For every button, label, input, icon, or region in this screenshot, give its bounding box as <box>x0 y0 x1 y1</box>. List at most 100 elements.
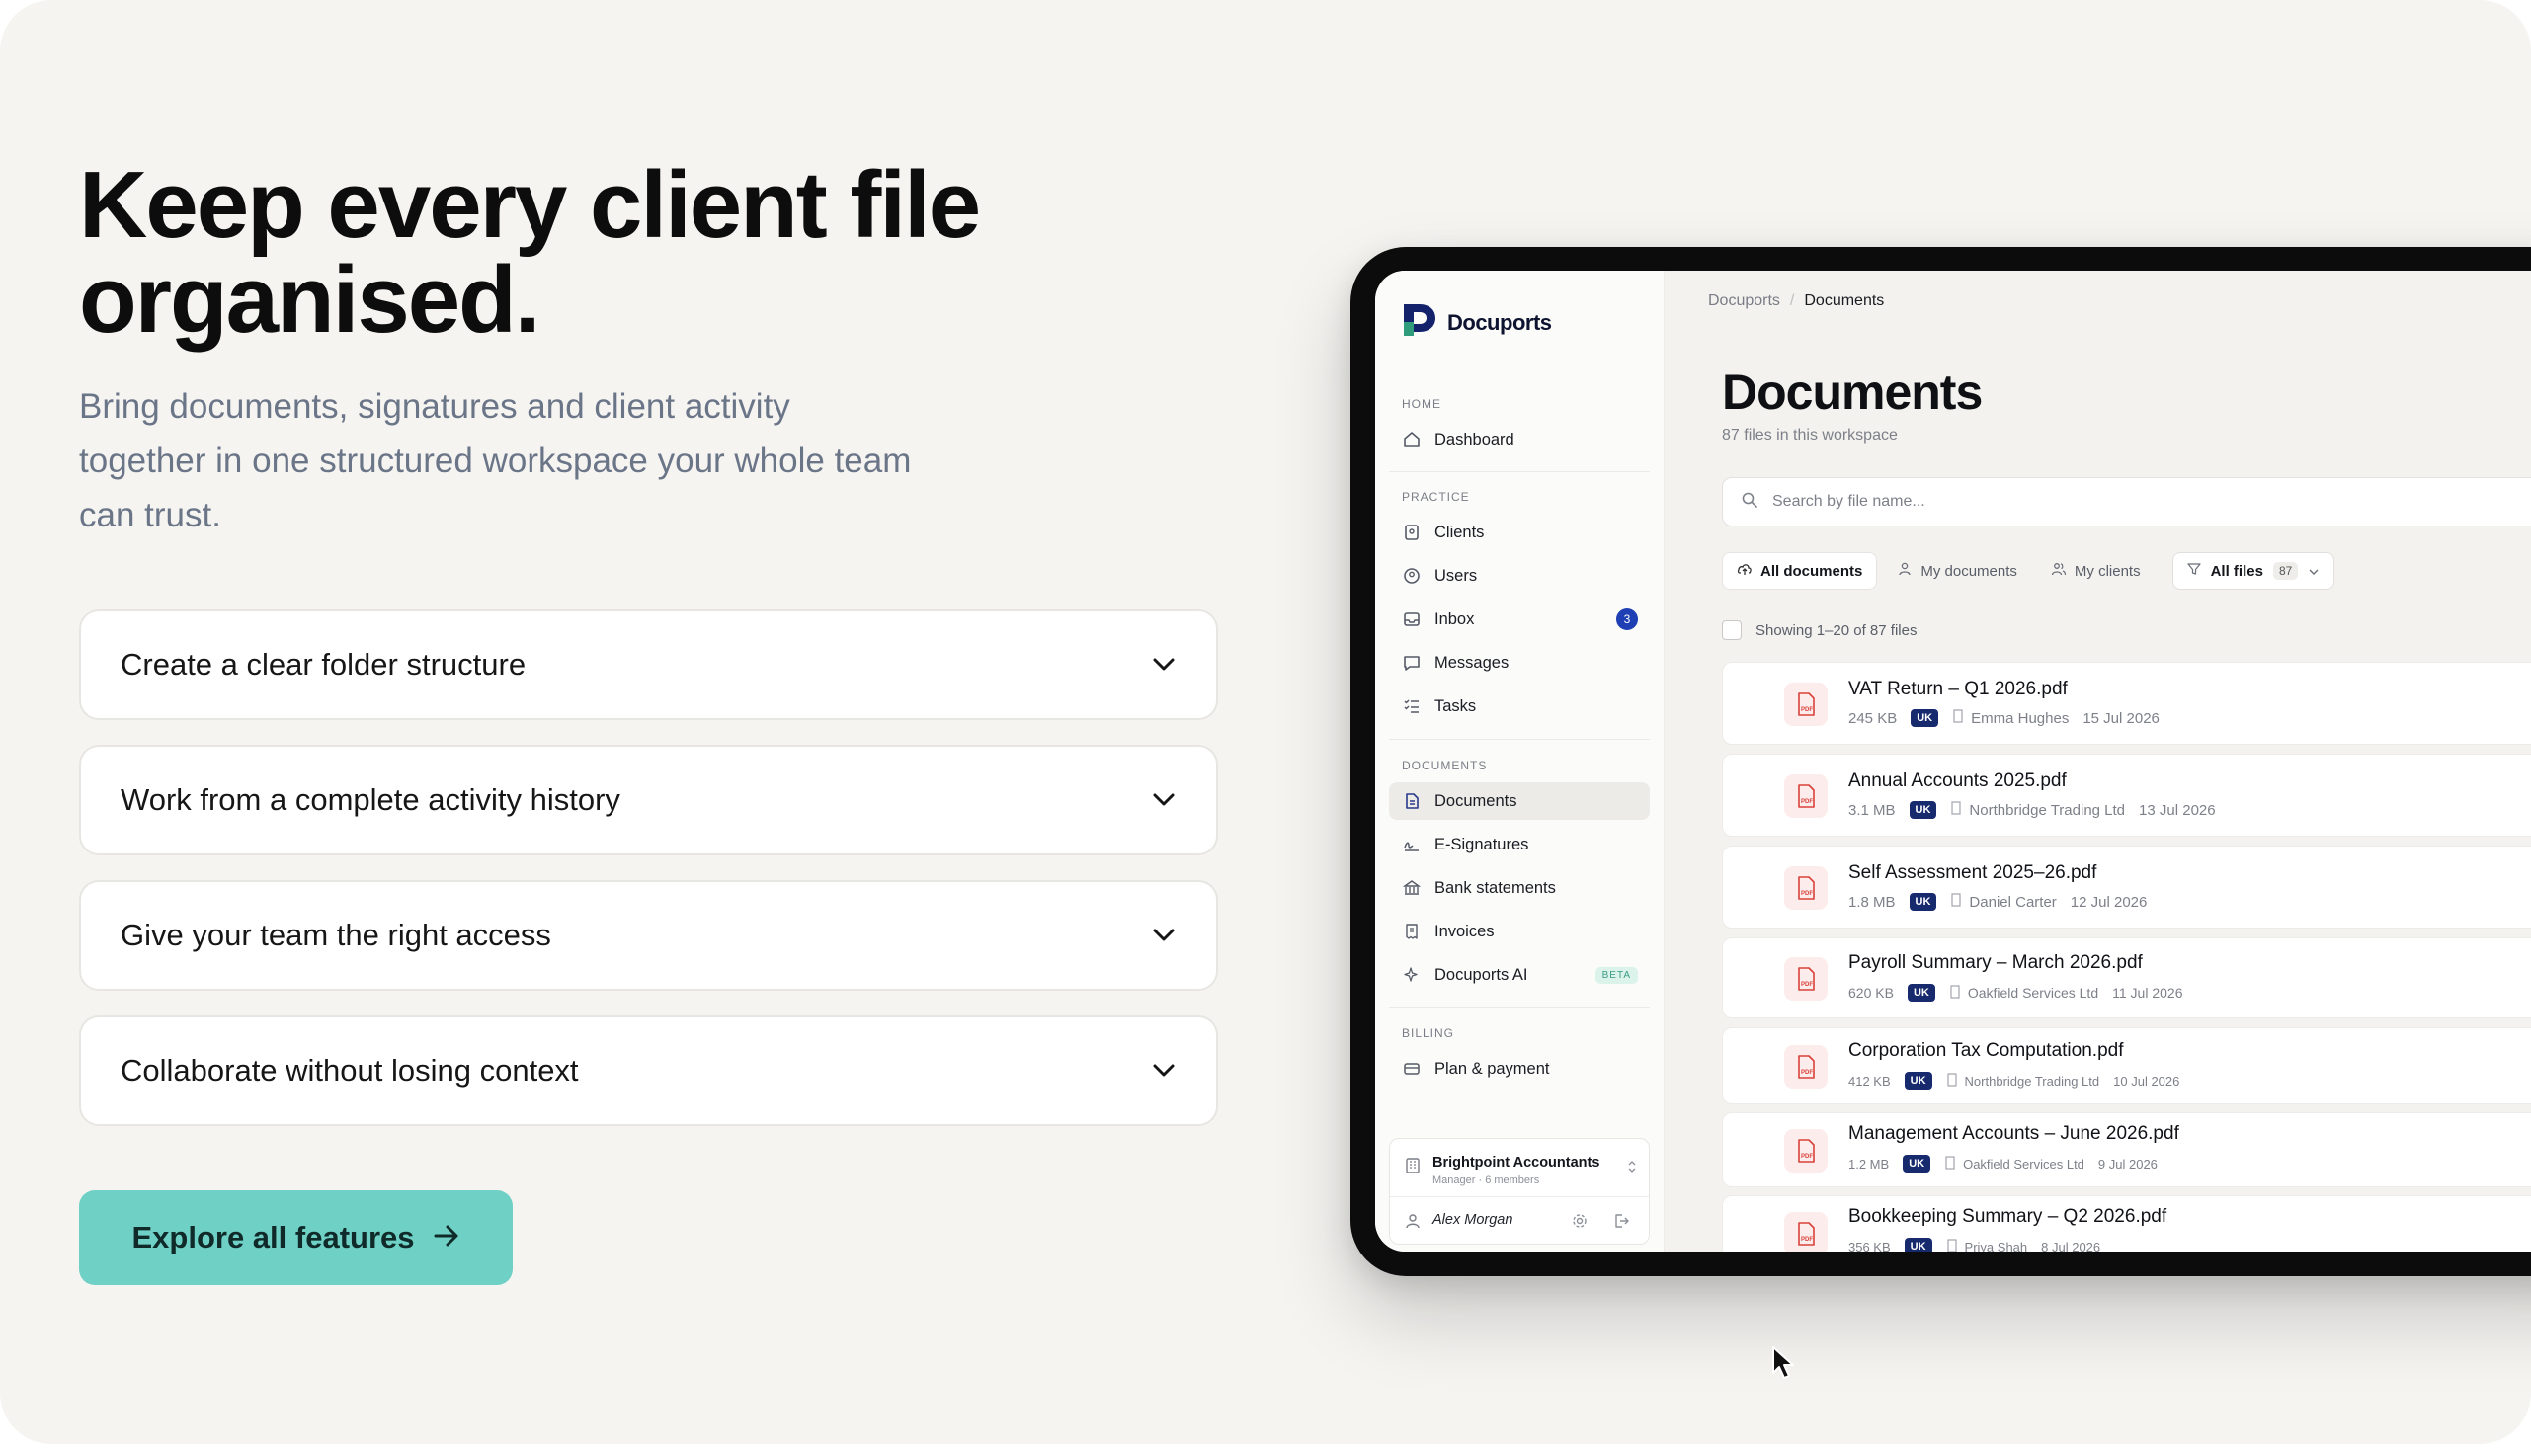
bank-icon <box>1403 879 1421 897</box>
svg-text:PDF: PDF <box>1801 1237 1813 1243</box>
file-size: 1.2 MB <box>1848 1156 1890 1172</box>
list-item[interactable]: PDF Corporation Tax Computation.pdf 412 … <box>1722 1027 2531 1104</box>
chevron-updown-icon[interactable] <box>1627 1159 1637 1179</box>
file-meta: 3.1 MB UK Northbridge Trading Ltd 13 Jul… <box>1848 801 2216 819</box>
file-type-select[interactable]: All files 87 <box>2171 552 2335 590</box>
inbox-icon <box>1403 610 1421 628</box>
file-name: VAT Return – Q1 2026.pdf <box>1848 679 2068 699</box>
tab-my-clients[interactable]: My clients <box>2037 552 2155 590</box>
filter-icon <box>2186 562 2201 580</box>
hero-title-line-2: organised. <box>79 247 540 353</box>
sidebar-item-users[interactable]: Users <box>1389 557 1650 595</box>
sidebar-item-esignatures[interactable]: E-Signatures <box>1389 826 1650 863</box>
page-title: Documents <box>1722 364 1983 420</box>
file-name: Annual Accounts 2025.pdf <box>1848 770 2067 791</box>
list-item[interactable]: PDF Annual Accounts 2025.pdf 3.1 MB UK N… <box>1722 754 2531 837</box>
user-icon <box>1897 561 1913 581</box>
settings-gear-icon[interactable] <box>1571 1212 1589 1235</box>
building-icon <box>1404 1157 1422 1179</box>
region-badge: UK <box>1904 1072 1932 1090</box>
explore-features-button[interactable]: Explore all features <box>79 1190 513 1285</box>
accordion-label: Create a clear folder structure <box>121 647 527 682</box>
file-size: 620 KB <box>1848 985 1894 1001</box>
region-badge: UK <box>1907 984 1935 1002</box>
client-name: Priya Shah <box>1964 1239 2028 1253</box>
search-input[interactable]: Search by file name... <box>1722 477 2531 526</box>
file-name: Corporation Tax Computation.pdf <box>1848 1040 2124 1061</box>
sidebar-item-clients[interactable]: Clients <box>1389 514 1650 551</box>
pdf-file-icon: PDF <box>1784 866 1828 910</box>
sidebar: Docuports HOME Dashboard PRACTICE Client… <box>1375 271 1665 1252</box>
current-user-name: Alex Morgan <box>1432 1212 1513 1228</box>
select-all-checkbox[interactable] <box>1722 620 1742 640</box>
region-badge: UK <box>1903 1155 1931 1173</box>
breadcrumb-root[interactable]: Docuports <box>1708 292 1780 310</box>
file-size: 1.8 MB <box>1848 893 1896 911</box>
file-count-text: 87 files in this workspace <box>1722 427 1898 444</box>
tab-all-documents[interactable]: All documents <box>1722 552 1878 590</box>
logout-icon[interactable] <box>1612 1212 1630 1235</box>
file-client: Emma Hughes <box>1952 709 2069 727</box>
svg-text:PDF: PDF <box>1801 707 1813 713</box>
sidebar-item-inbox[interactable]: Inbox 3 <box>1389 601 1650 638</box>
sidebar-divider <box>1389 471 1650 472</box>
sidebar-item-label: Tasks <box>1434 696 1477 715</box>
tab-label: My documents <box>1920 562 2017 580</box>
sidebar-item-docuports-ai[interactable]: Docuports AI BETA <box>1389 956 1650 994</box>
list-item[interactable]: PDF Payroll Summary – March 2026.pdf 620… <box>1722 937 2531 1018</box>
select-value: All files <box>2210 562 2263 580</box>
list-item[interactable]: PDF Management Accounts – June 2026.pdf … <box>1722 1112 2531 1187</box>
accordion-item-activity-history[interactable]: Work from a complete activity history <box>79 745 1218 855</box>
arrow-right-icon <box>433 1220 460 1255</box>
list-item[interactable]: PDF Self Assessment 2025–26.pdf 1.8 MB U… <box>1722 846 2531 929</box>
pdf-file-icon: PDF <box>1784 683 1828 726</box>
signature-icon <box>1403 836 1421 853</box>
sidebar-item-dashboard[interactable]: Dashboard <box>1389 421 1650 458</box>
sidebar-item-documents[interactable]: Documents <box>1389 782 1650 820</box>
building-icon <box>1952 709 1964 727</box>
file-client: Northbridge Trading Ltd <box>1950 801 2125 819</box>
svg-text:PDF: PDF <box>1801 1154 1813 1160</box>
accordion-item-folder-structure[interactable]: Create a clear folder structure <box>79 609 1218 720</box>
file-date: 13 Jul 2026 <box>2139 801 2216 819</box>
list-item[interactable]: PDF VAT Return – Q1 2026.pdf 245 KB UK E… <box>1722 662 2531 745</box>
nav-section-practice: PRACTICE <box>1402 490 1470 504</box>
file-date: 8 Jul 2026 <box>2041 1239 2101 1253</box>
tab-my-documents[interactable]: My documents <box>1883 552 2031 590</box>
card-divider <box>1390 1196 1649 1197</box>
sidebar-item-bank-statements[interactable]: Bank statements <box>1389 869 1650 907</box>
pdf-file-icon: PDF <box>1784 957 1828 1001</box>
file-size: 356 KB <box>1848 1239 1891 1253</box>
message-icon <box>1403 654 1421 672</box>
hero-title-line-1: Keep every client file <box>79 152 981 258</box>
chevron-down-icon <box>1151 923 1177 948</box>
list-item[interactable]: PDF Bookkeeping Summary – Q2 2026.pdf 35… <box>1722 1195 2531 1252</box>
building-icon <box>1946 1072 1958 1090</box>
sidebar-item-label: Invoices <box>1434 922 1495 940</box>
sidebar-item-label: Inbox <box>1434 609 1475 628</box>
workspace-switcher[interactable]: Brightpoint Accountants Manager · 6 memb… <box>1389 1138 1650 1245</box>
search-placeholder: Search by file name... <box>1772 493 1925 510</box>
sidebar-item-tasks[interactable]: Tasks <box>1389 688 1650 725</box>
feature-accordion: Create a clear folder structure Work fro… <box>79 609 1218 1151</box>
tab-label: My clients <box>2074 562 2141 580</box>
pdf-file-icon: PDF <box>1784 1045 1828 1089</box>
client-name: Northbridge Trading Ltd <box>1969 801 2126 819</box>
building-icon <box>1944 1155 1956 1173</box>
sidebar-item-messages[interactable]: Messages <box>1389 644 1650 682</box>
beta-badge: BETA <box>1594 966 1638 984</box>
sidebar-item-label: Plan & payment <box>1434 1059 1550 1078</box>
sidebar-item-label: Users <box>1434 566 1478 585</box>
checklist-icon <box>1403 697 1421 715</box>
sidebar-item-invoices[interactable]: Invoices <box>1389 913 1650 950</box>
file-client: Priya Shah <box>1946 1238 2028 1253</box>
file-name: Management Accounts – June 2026.pdf <box>1848 1123 2179 1144</box>
sidebar-item-label: E-Signatures <box>1434 835 1529 853</box>
search-icon <box>1741 491 1758 514</box>
file-date: 15 Jul 2026 <box>2082 709 2160 727</box>
accordion-item-collaborate[interactable]: Collaborate without losing context <box>79 1015 1218 1126</box>
document-icon <box>1403 792 1421 810</box>
accordion-item-team-access[interactable]: Give your team the right access <box>79 880 1218 991</box>
brand-logo[interactable]: Docuports <box>1402 302 1552 343</box>
sidebar-item-plan-payment[interactable]: Plan & payment <box>1389 1050 1650 1088</box>
